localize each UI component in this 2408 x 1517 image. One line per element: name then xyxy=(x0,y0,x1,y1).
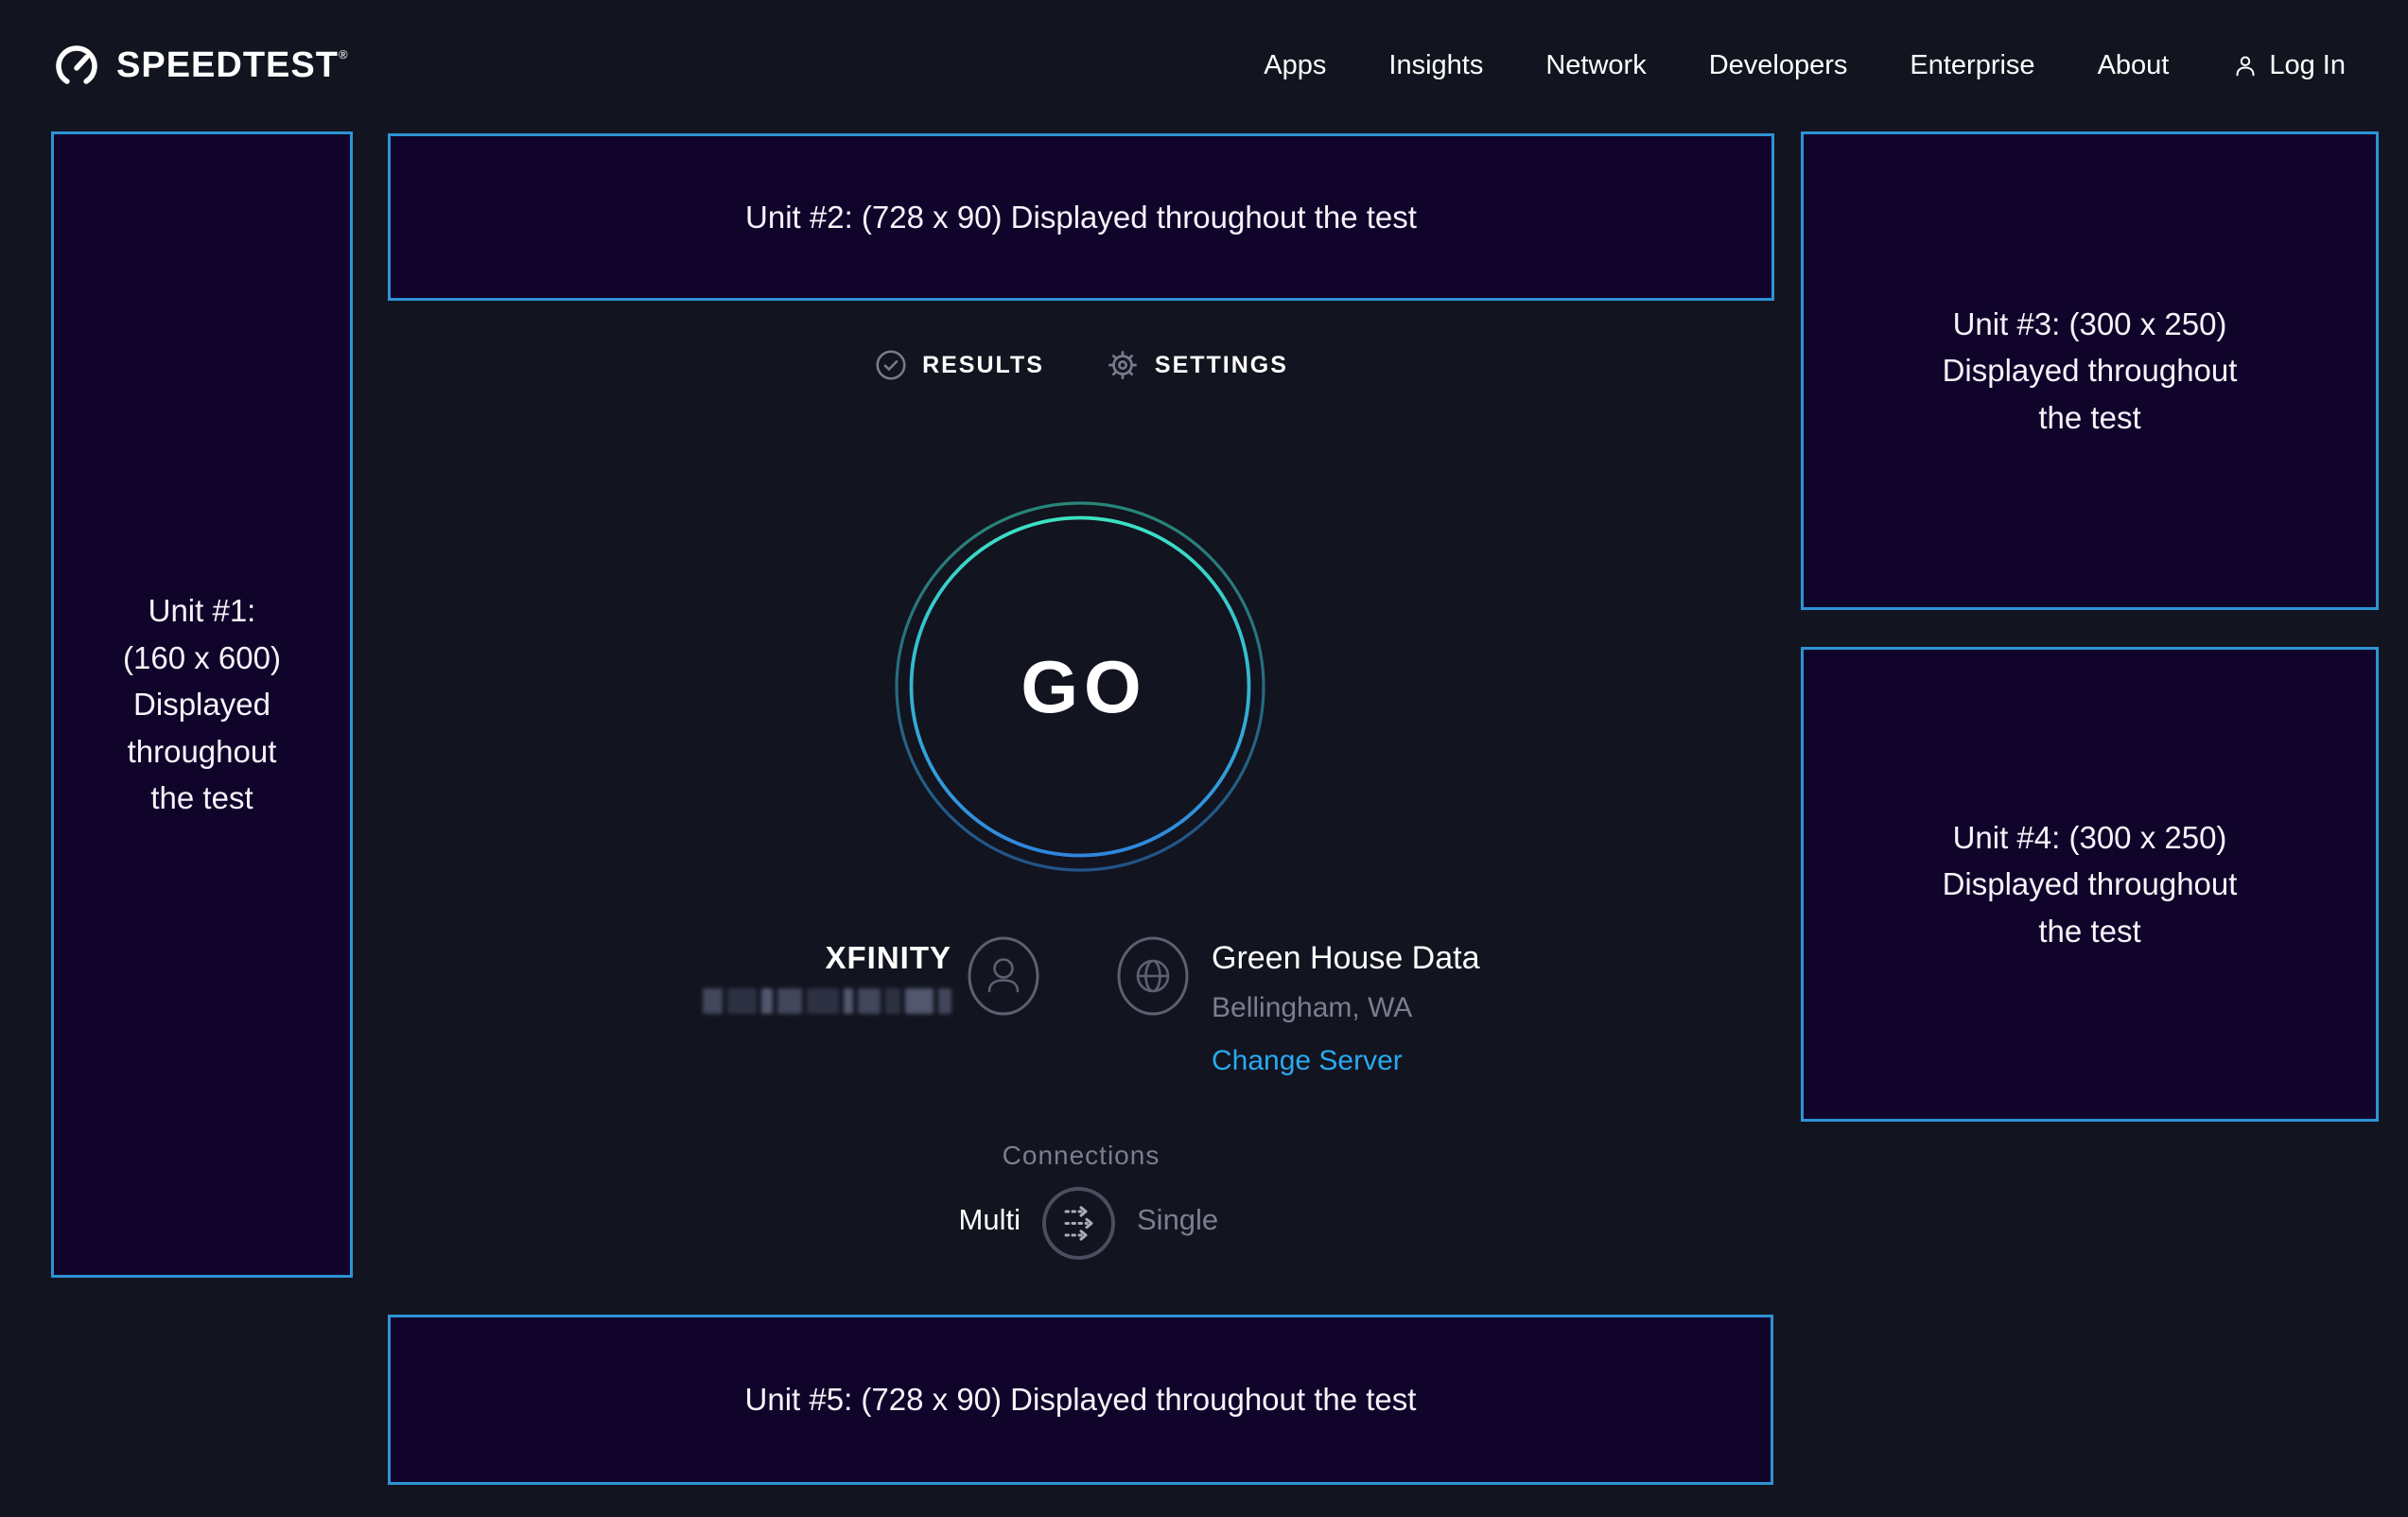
gear-icon xyxy=(1105,347,1141,383)
connections-single-option[interactable]: Single xyxy=(1137,1203,1218,1237)
ad-unit-1: Unit #1: (160 x 600) Displayed throughou… xyxy=(51,131,353,1278)
ad-text-line: throughout xyxy=(123,728,281,776)
speedtest-page: { "header": { "logo_text": "SPEEDTEST", … xyxy=(0,0,2408,1517)
ad-text-line: Displayed throughout xyxy=(1943,347,2238,394)
nav-item-developers[interactable]: Developers xyxy=(1709,50,1848,81)
user-icon xyxy=(2231,52,2260,80)
ad-unit-5: Unit #5: (728 x 90) Displayed throughout… xyxy=(388,1315,1773,1485)
go-label: GO xyxy=(893,499,1267,874)
redacted-text xyxy=(703,988,951,1014)
ad-text-line: (160 x 600) xyxy=(123,635,281,682)
ad-text-line: the test xyxy=(123,775,281,822)
nav-item-about[interactable]: About xyxy=(2098,50,2170,81)
header: SPEEDTEST® Apps Insights Network Develop… xyxy=(0,0,2408,131)
server-name: Green House Data xyxy=(1212,940,1480,977)
ad-text-line: Displayed xyxy=(123,681,281,728)
ad-text-line: the test xyxy=(1943,394,2238,442)
connections-toggle-icon[interactable] xyxy=(1041,1186,1116,1261)
ad-unit-4: Unit #4: (300 x 250) Displayed throughou… xyxy=(1801,647,2379,1122)
nav-item-apps[interactable]: Apps xyxy=(1264,50,1326,81)
main-nav: Apps Insights Network Developers Enterpr… xyxy=(1264,50,2346,81)
tab-bar: RESULTS SETTINGS xyxy=(388,342,1774,388)
tab-settings[interactable]: SETTINGS xyxy=(1105,347,1288,383)
logo-wordmark: SPEEDTEST® xyxy=(116,45,349,86)
nav-item-insights[interactable]: Insights xyxy=(1388,50,1483,81)
connections-label: Connections xyxy=(388,1141,1774,1171)
ad-text-line: Unit #1: xyxy=(123,587,281,635)
change-server-link[interactable]: Change Server xyxy=(1212,1045,1480,1077)
ad-text-line: Unit #4: (300 x 250) xyxy=(1943,814,2238,862)
gauge-icon xyxy=(52,42,101,91)
check-circle-icon xyxy=(874,348,908,382)
ad-text-line: the test xyxy=(1943,908,2238,955)
server-globe-icon xyxy=(1116,936,1190,1016)
login-label: Log In xyxy=(2269,50,2346,81)
go-button[interactable]: GO xyxy=(893,499,1267,874)
speedtest-logo[interactable]: SPEEDTEST® xyxy=(52,42,349,91)
ad-text-line: Displayed throughout xyxy=(1943,861,2238,908)
login-button[interactable]: Log In xyxy=(2231,50,2346,81)
isp-user-icon xyxy=(967,936,1040,1016)
server-location: Bellingham, WA xyxy=(1212,992,1480,1024)
ad-text-line: Unit #3: (300 x 250) xyxy=(1943,301,2238,348)
server-block: Green House Data Bellingham, WA Change S… xyxy=(1212,940,1480,1077)
tab-results[interactable]: RESULTS xyxy=(874,348,1044,382)
isp-name: XFINITY xyxy=(703,940,951,976)
ad-unit-3: Unit #3: (300 x 250) Displayed throughou… xyxy=(1801,131,2379,610)
nav-item-network[interactable]: Network xyxy=(1545,50,1646,81)
ad-unit-2: Unit #2: (728 x 90) Displayed throughout… xyxy=(388,133,1774,301)
ad-text-line: Unit #2: (728 x 90) Displayed throughout… xyxy=(745,194,1417,241)
trademark-mark: ® xyxy=(339,47,349,61)
nav-item-enterprise[interactable]: Enterprise xyxy=(1910,50,2034,81)
connections-multi-option[interactable]: Multi xyxy=(959,1203,1021,1237)
ad-text-line: Unit #5: (728 x 90) Displayed throughout… xyxy=(745,1376,1417,1423)
tab-settings-label: SETTINGS xyxy=(1155,352,1288,379)
tab-results-label: RESULTS xyxy=(922,352,1044,379)
isp-block: XFINITY xyxy=(703,940,951,1014)
